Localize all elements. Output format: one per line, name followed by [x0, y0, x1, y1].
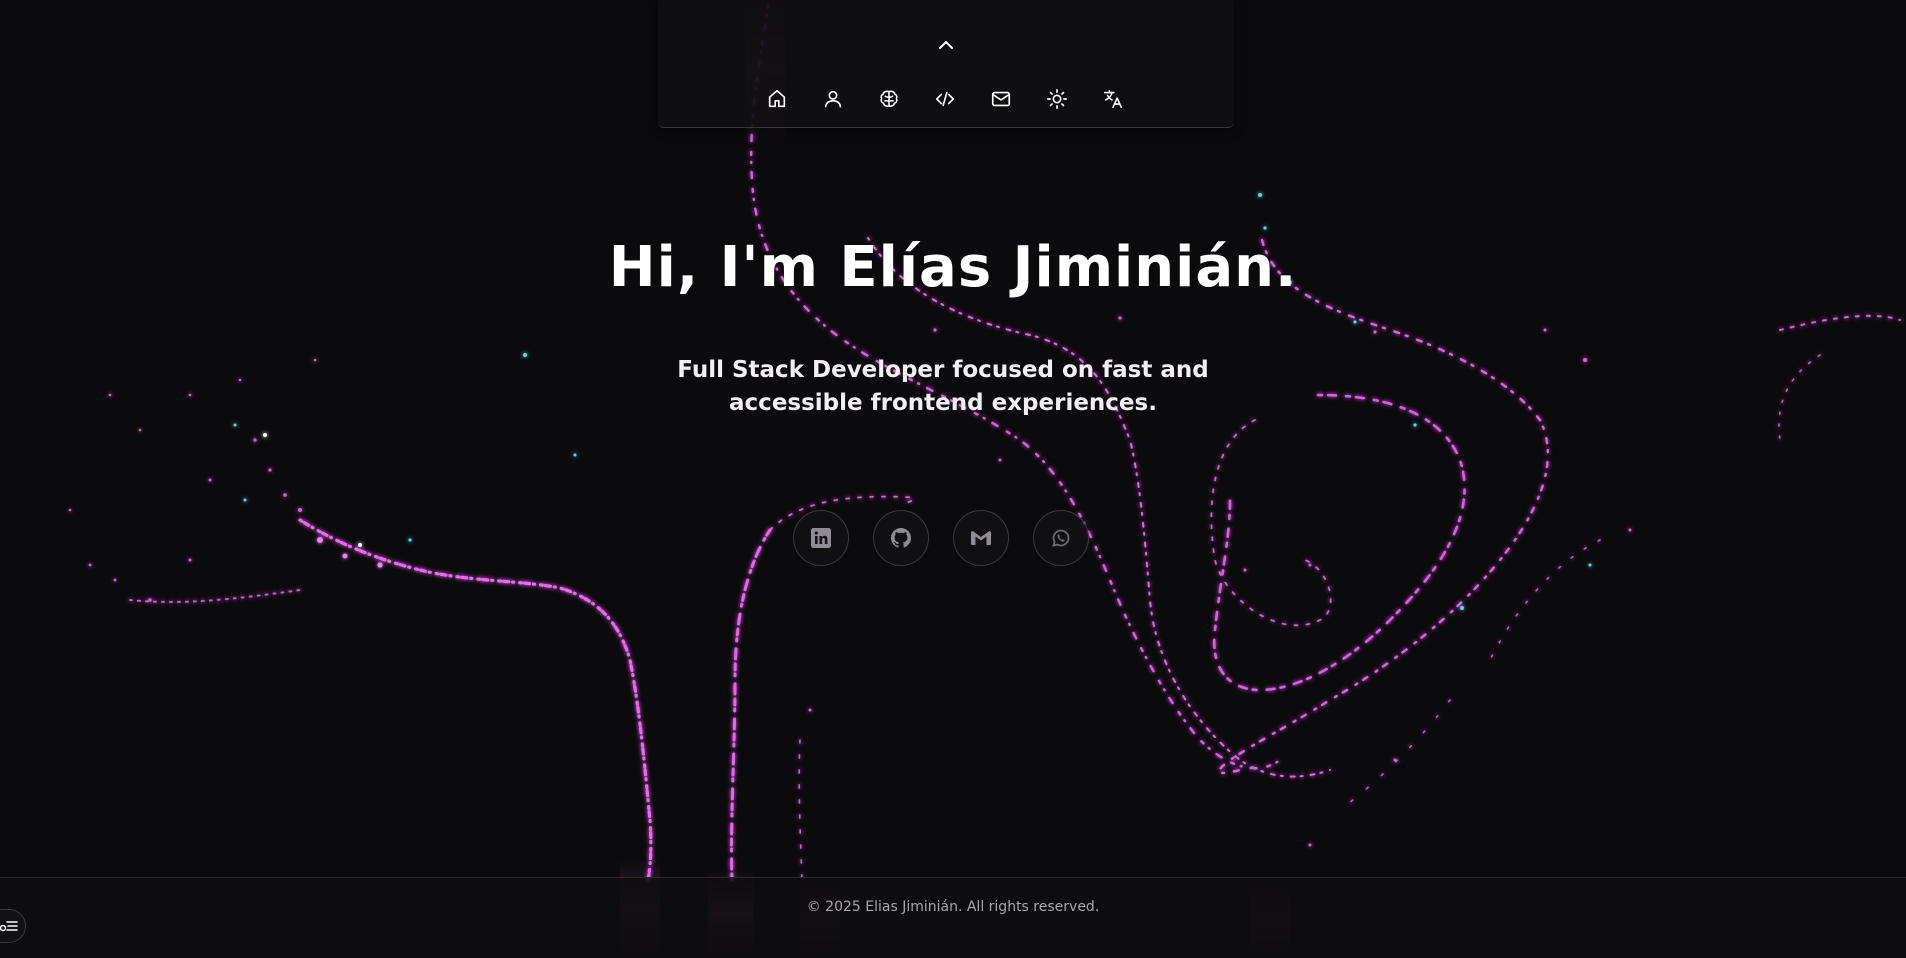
hero-title: Hi, I'm Elías Jiminián.	[608, 235, 1298, 300]
whatsapp-icon	[1052, 529, 1070, 547]
whatsapp-button[interactable]	[1033, 510, 1089, 566]
brain-icon	[880, 90, 898, 107]
copyright-text: © 2025 Elias Jiminián. All rights reserv…	[806, 899, 1100, 915]
home-icon	[768, 89, 786, 108]
nav-about-button[interactable]	[817, 82, 849, 116]
hero-subtitle: Full Stack Developer focused on fast and…	[677, 357, 1209, 416]
nav-icon-bar	[761, 82, 1129, 116]
mail-icon	[991, 91, 1011, 107]
linkedin-icon	[811, 528, 831, 548]
language-toggle-button[interactable]	[1097, 82, 1129, 116]
github-button[interactable]	[873, 510, 929, 566]
theme-toggle-button[interactable]	[1041, 82, 1073, 116]
nav-home-button[interactable]	[761, 82, 793, 116]
code-icon	[935, 91, 955, 107]
footer: © 2025 Elias Jiminián. All rights reserv…	[0, 877, 1906, 958]
social-links	[793, 510, 1089, 566]
sun-icon	[1047, 89, 1067, 109]
collapse-nav-button[interactable]	[931, 32, 961, 56]
gmail-button[interactable]	[953, 510, 1009, 566]
nav-contact-button[interactable]	[985, 82, 1017, 116]
user-icon	[824, 90, 842, 108]
nav-projects-button[interactable]	[929, 82, 961, 116]
page-background: Hi, I'm Elías Jiminián. Full Stack Devel…	[0, 0, 1906, 958]
accessibility-settings-icon	[0, 921, 18, 932]
top-navigation	[658, 0, 1234, 128]
linkedin-button[interactable]	[793, 510, 849, 566]
github-icon	[891, 528, 911, 548]
gmail-icon	[971, 531, 991, 545]
particle-background	[68, 0, 1901, 958]
nav-skills-button[interactable]	[873, 82, 905, 116]
chevron-up-icon	[939, 41, 953, 49]
translate-icon	[1103, 89, 1123, 109]
